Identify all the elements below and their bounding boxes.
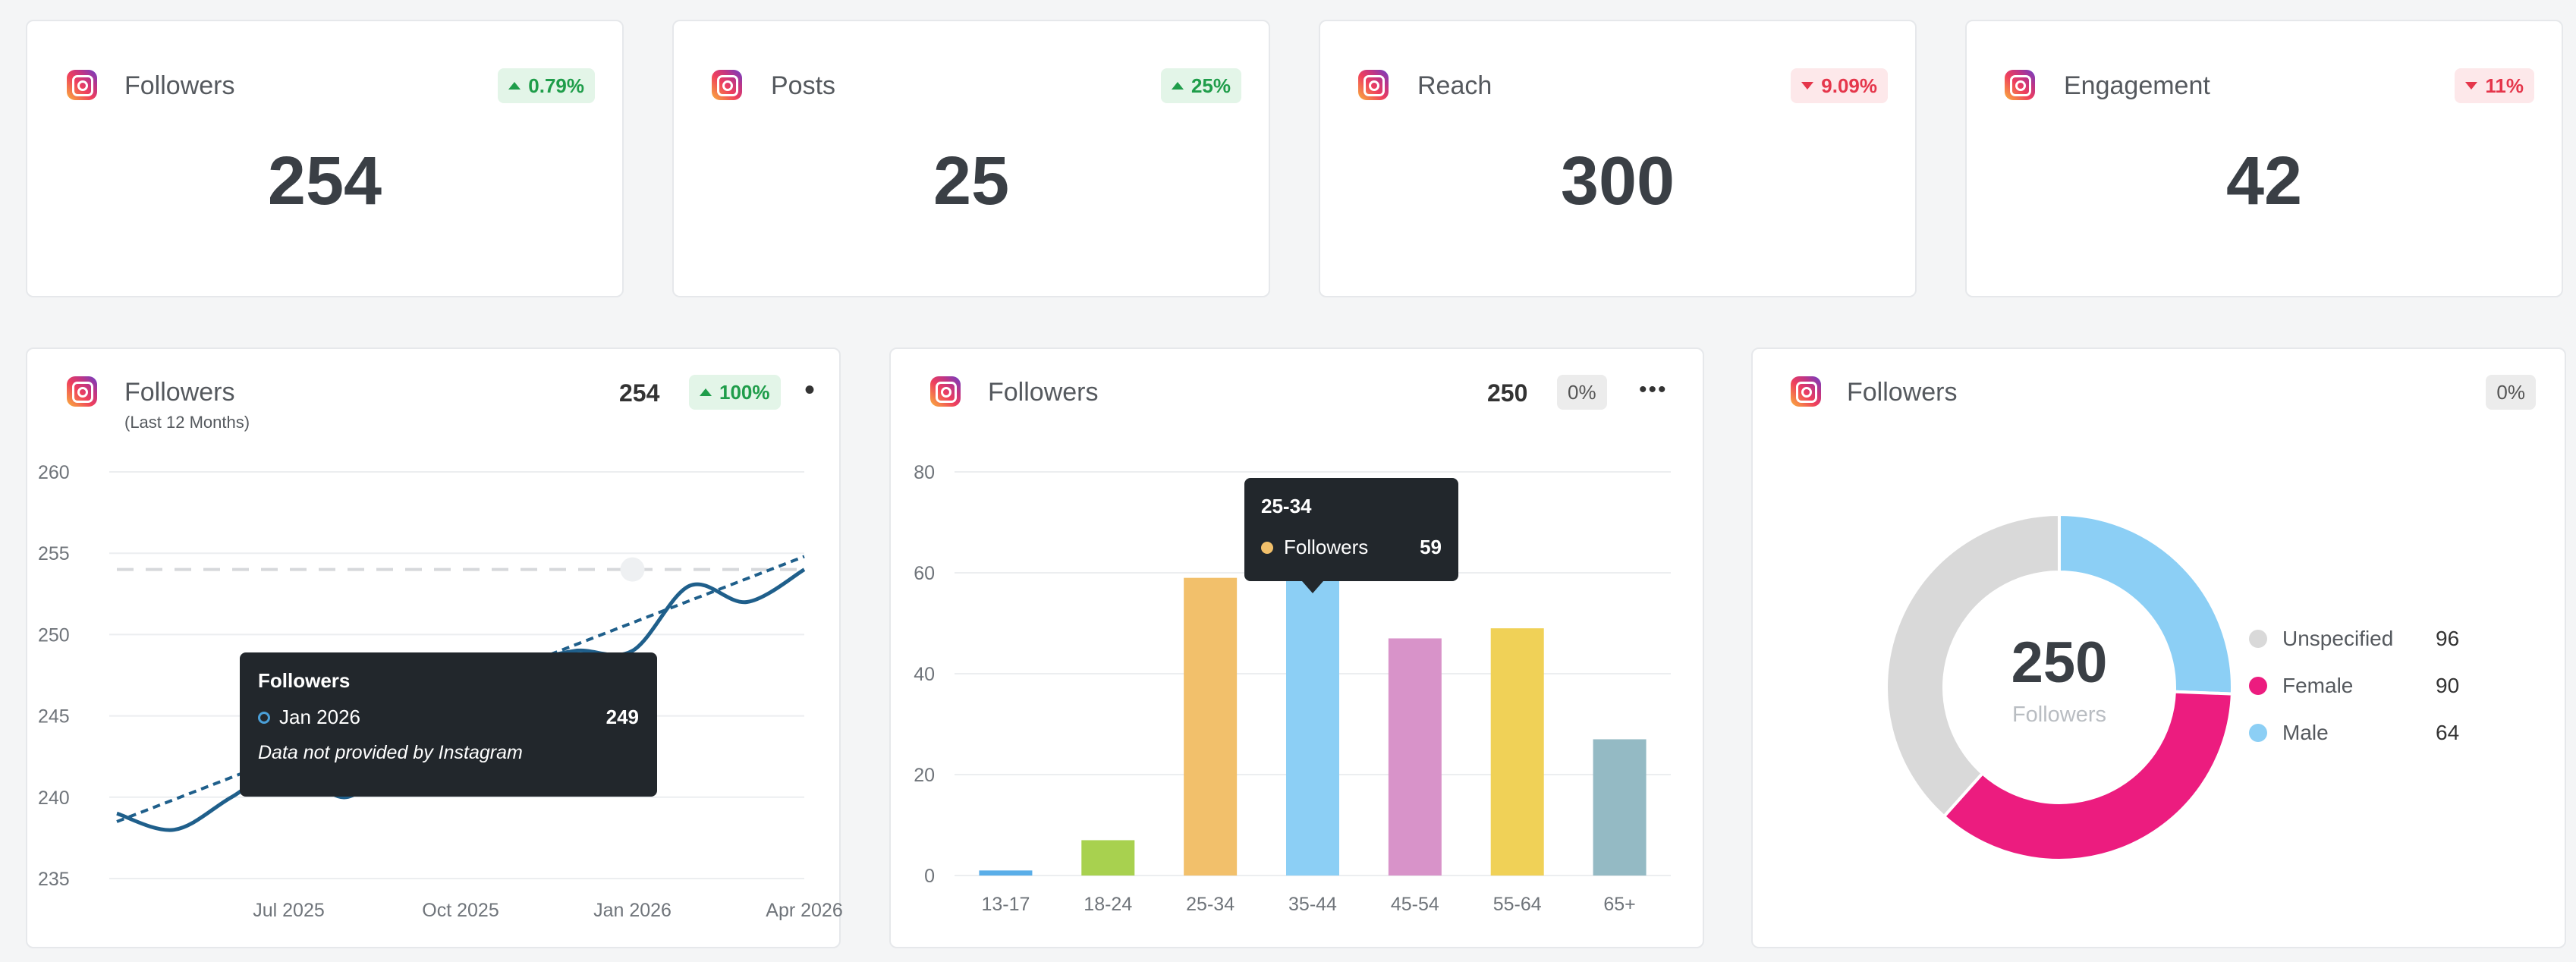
kpi-card-followers[interactable]: Followers 0.79% 254 — [26, 20, 624, 297]
y-tick-label: 250 — [38, 624, 70, 646]
kpi-value: 25 — [933, 143, 1010, 219]
y-tick-label: 0 — [924, 866, 935, 887]
kpi-value: 254 — [267, 143, 382, 219]
x-tick-label: 55-64 — [1493, 894, 1542, 915]
kpi-value: 42 — [2225, 143, 2303, 219]
bar-45-54 — [1388, 638, 1442, 876]
tooltip-note: Data not provided by Instagram — [258, 742, 523, 763]
y-tick-label: 20 — [914, 765, 935, 786]
down-arrow-icon — [1801, 82, 1814, 90]
instagram-icon — [1358, 70, 1389, 100]
change-badge: 0.79% — [498, 68, 595, 103]
bar-55-64 — [1490, 628, 1544, 876]
tooltip-row: Followers — [1261, 536, 1368, 559]
instagram-icon — [712, 70, 742, 100]
bar-tooltip: 25-34 Followers 59 — [1244, 478, 1458, 581]
y-tick-label: 40 — [914, 664, 935, 685]
legend-item-male[interactable]: Male — [2249, 721, 2329, 745]
followers-gender-donut-card[interactable]: Followers 0% 250 Followers Unspecified 96… — [1751, 347, 2566, 948]
x-tick-label: Oct 2025 — [422, 900, 499, 921]
y-tick-label: 60 — [914, 563, 935, 584]
legend-label: Unspecified — [2282, 627, 2394, 650]
donut-center-value: 250 — [2011, 630, 2108, 695]
legend-dot-icon — [2249, 630, 2267, 648]
legend-value: 90 — [2436, 674, 2460, 697]
bar-65+ — [1593, 739, 1647, 876]
y-tick-label: 80 — [914, 462, 935, 483]
x-tick-label: Jul 2025 — [253, 900, 325, 921]
y-tick-label: 260 — [38, 462, 70, 483]
legend-value: 64 — [2436, 721, 2460, 744]
legend-dot-icon — [2249, 724, 2267, 742]
legend-item-unspecified[interactable]: Unspecified — [2249, 627, 2393, 651]
tooltip-title: 25-34 — [1261, 495, 1312, 517]
y-tick-label: 255 — [38, 543, 70, 564]
tooltip-title: Followers — [258, 669, 351, 692]
series-marker-icon — [1261, 541, 1273, 554]
bar-chart: 0 20 40 60 80 13-17 18-24 25-34 35-44 45-54 55-64 6… — [914, 462, 1671, 915]
legend-label: Female — [2282, 674, 2354, 697]
donut-center-label: Followers — [2011, 703, 2107, 727]
y-tick-label: 235 — [38, 869, 70, 890]
bar-35-44 — [1286, 577, 1339, 876]
kpi-card-reach[interactable]: Reach 9.09% 300 — [1319, 20, 1917, 297]
kpi-value: 300 — [1560, 143, 1675, 219]
tooltip-value: 249 — [605, 706, 639, 728]
x-tick-label: 35-44 — [1288, 894, 1337, 915]
x-tick-label: 65+ — [1603, 894, 1635, 915]
x-tick-label: Apr 2026 — [766, 900, 842, 921]
series-marker-icon — [258, 711, 270, 724]
kpi-card-posts[interactable]: Posts 25% 25 — [672, 20, 1270, 297]
x-tick-label: Jan 2026 — [593, 900, 672, 921]
x-tick-label: 45-54 — [1391, 894, 1439, 915]
kpi-card-engagement[interactable]: Engagement 11% 42 — [1965, 20, 2563, 297]
up-arrow-icon — [508, 82, 521, 90]
followers-age-bar-card[interactable]: Followers 250 0% ••• 0 20 40 60 80 13-17 18-24… — [889, 347, 1704, 948]
x-tick-label: 13-17 — [981, 894, 1030, 915]
bar-13-17 — [979, 870, 1033, 876]
kpi-title: Engagement — [2064, 71, 2210, 100]
instagram-icon — [67, 70, 97, 100]
legend-item-female[interactable]: Female — [2249, 674, 2353, 698]
legend-value: 96 — [2436, 627, 2460, 650]
kpi-title: Reach — [1417, 71, 1492, 100]
kpi-title: Posts — [771, 71, 836, 100]
y-tick-label: 245 — [38, 706, 70, 728]
change-badge: 11% — [2455, 68, 2534, 103]
kpi-title: Followers — [124, 71, 235, 100]
reference-marker — [620, 557, 645, 582]
bar-18-24 — [1081, 840, 1135, 876]
bar-25-34 — [1184, 577, 1238, 876]
x-tick-label: 18-24 — [1084, 894, 1132, 915]
x-tick-label: 25-34 — [1186, 894, 1235, 915]
line-tooltip: Followers Jan 2026 249 Data not provided… — [240, 652, 657, 797]
change-badge: 9.09% — [1791, 68, 1888, 103]
tooltip-value: 59 — [1420, 536, 1442, 558]
change-badge: 25% — [1160, 68, 1241, 103]
y-tick-label: 240 — [38, 788, 70, 809]
line-chart: 235 240 245 250 255 260 Jul 2025 Oct 2025 Jan 20… — [38, 462, 842, 921]
tooltip-row: Jan 2026 — [258, 706, 360, 729]
down-arrow-icon — [2465, 82, 2478, 90]
instagram-icon — [2005, 70, 2035, 100]
followers-line-card[interactable]: Followers (Last 12 Months) 254 100% • 23… — [26, 347, 842, 948]
legend-label: Male — [2282, 721, 2329, 744]
legend-dot-icon — [2249, 677, 2267, 695]
up-arrow-icon — [1171, 82, 1184, 90]
